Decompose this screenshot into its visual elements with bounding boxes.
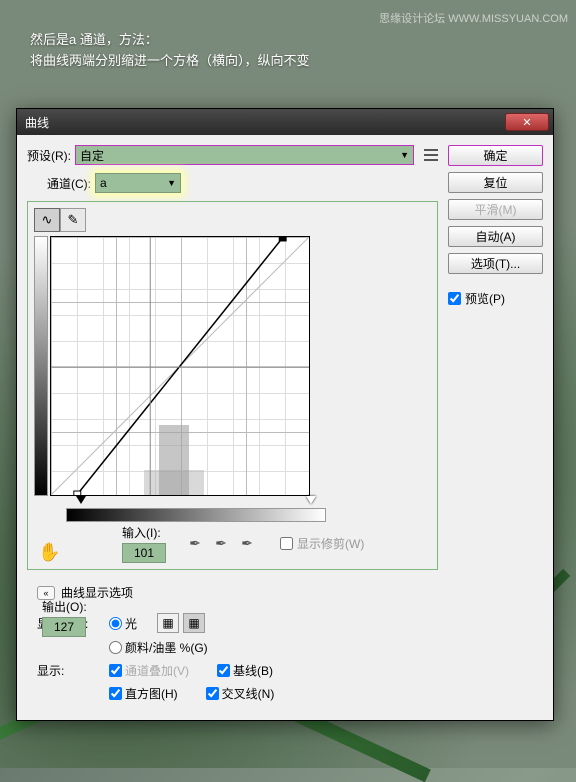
curves-dialog: 曲线 ✕ 预设(R): 自定 ▼ 通道(C): a ▼ [16,108,554,721]
chevron-down-icon: ▼ [400,150,409,160]
light-radio[interactable]: 光 [109,615,137,632]
channel-label: 通道(C): [47,175,91,192]
preset-label: 预设(R): [27,147,71,164]
show-clipping-check[interactable]: 显示修剪(W) [280,535,364,552]
preset-select[interactable]: 自定 ▼ [75,145,414,165]
baseline-check[interactable]: 基线(B) [217,662,273,679]
reset-button[interactable]: 复位 [448,172,543,193]
black-eyedropper-icon[interactable]: ✒ [186,535,204,553]
curve-tool-button[interactable]: ∿ [34,208,60,232]
intersection-check[interactable]: 交叉线(N) [206,685,275,702]
close-button[interactable]: ✕ [505,113,549,131]
curve-line[interactable] [51,237,309,495]
show-label: 显示: [37,662,101,679]
preview-check[interactable]: 预览(P) [448,290,543,307]
black-point-slider[interactable] [76,496,86,504]
histogram-check[interactable]: 直方图(H) [109,685,178,702]
preset-menu-icon[interactable] [424,148,438,162]
input-gradient [66,508,326,522]
white-point-slider[interactable] [306,496,316,504]
input-label: 输入(I): [122,524,166,541]
input-sliders[interactable] [66,496,326,506]
curve-grid[interactable] [50,236,310,496]
chevron-down-icon: ▼ [167,178,176,188]
output-label: 输出(O): [42,598,87,615]
gray-eyedropper-icon[interactable]: ✒ [212,535,230,553]
dialog-title: 曲线 [25,114,49,131]
smooth-button[interactable]: 平滑(M) [448,199,543,220]
output-value[interactable]: 127 [42,617,86,637]
auto-button[interactable]: 自动(A) [448,226,543,247]
white-eyedropper-icon[interactable]: ✒ [238,535,256,553]
input-value[interactable]: 101 [122,543,166,563]
grid-large-button[interactable]: ▦ [183,613,205,633]
titlebar[interactable]: 曲线 ✕ [17,109,553,135]
channel-overlay-check[interactable]: 通道叠加(V) [109,662,189,679]
hand-tool-icon[interactable]: ✋ [38,542,60,563]
grid-small-button[interactable]: ▦ [157,613,179,633]
pencil-tool-button[interactable]: ✎ [60,208,86,232]
channel-select[interactable]: a ▼ [95,173,181,193]
curve-panel: ∿ ✎ [27,201,438,570]
ok-button[interactable]: 确定 [448,145,543,166]
options-button[interactable]: 选项(T)... [448,253,543,274]
watermark-top: 思缘设计论坛 WWW.MISSYUAN.COM [379,10,568,26]
instruction-text: 然后是a 通道，方法： 将曲线两端分别缩进一个方格（横向），纵向不变 [30,30,310,72]
pigment-radio[interactable]: 颜料/油墨 %(G) [109,639,208,656]
output-gradient [34,236,48,496]
close-icon: ✕ [522,116,531,129]
